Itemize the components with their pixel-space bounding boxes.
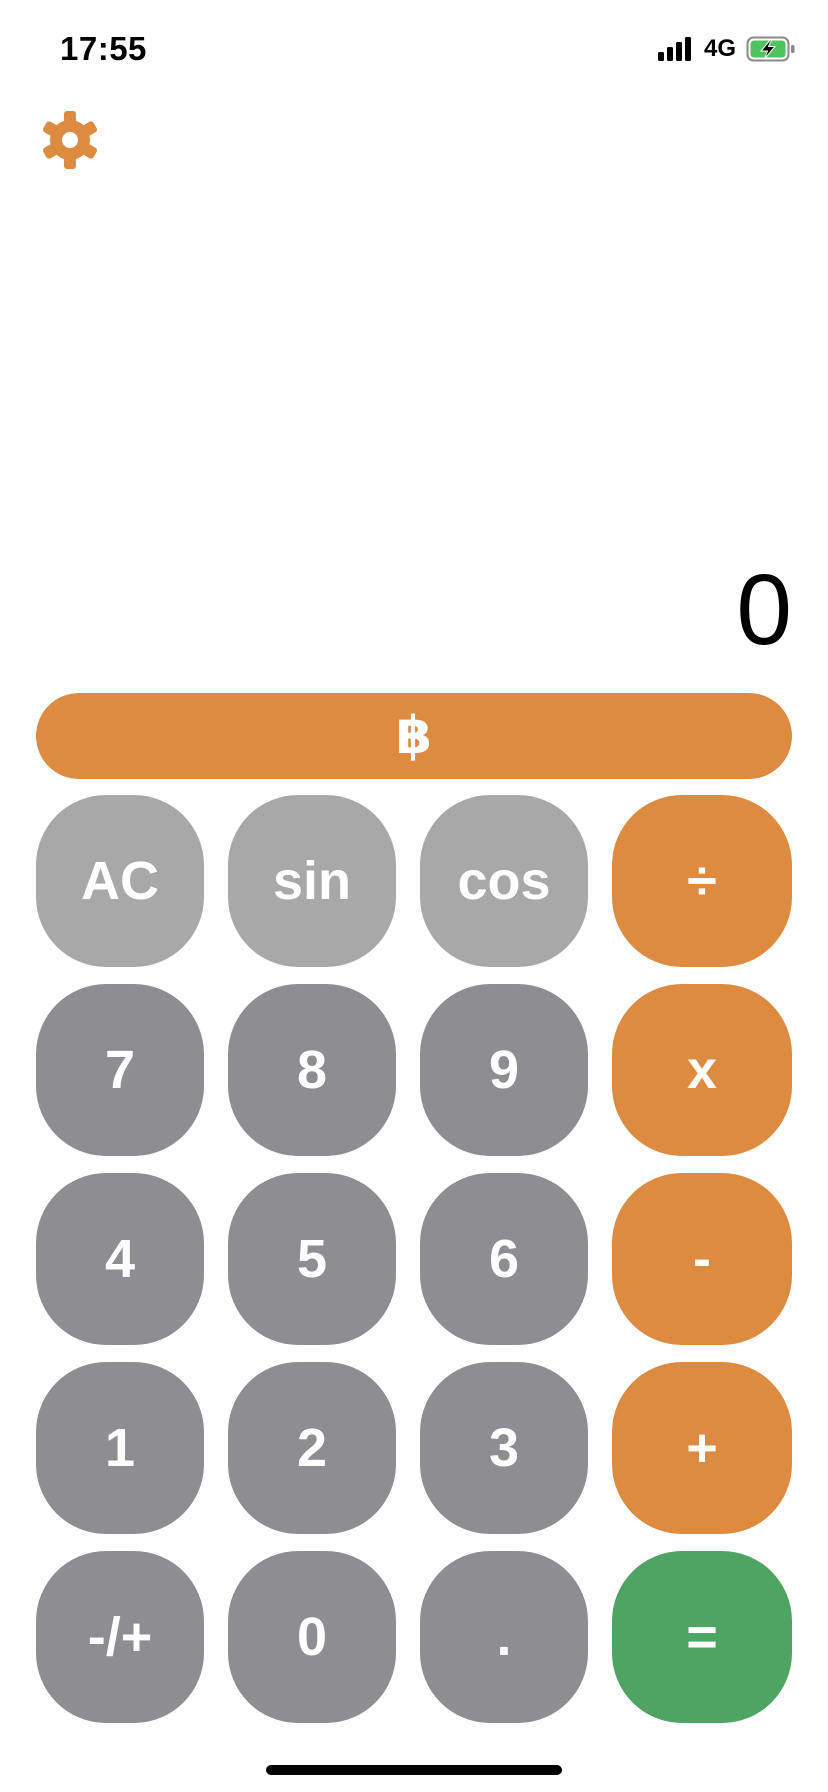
digit-6-button[interactable]: 6 bbox=[420, 1173, 588, 1345]
gear-icon bbox=[42, 111, 98, 169]
network-type-label: 4G bbox=[703, 35, 736, 62]
settings-button[interactable] bbox=[38, 108, 102, 172]
clear-button[interactable]: AC bbox=[36, 795, 204, 967]
status-bar: 17:55 4G bbox=[0, 0, 828, 100]
digit-4-button[interactable]: 4 bbox=[36, 1173, 204, 1345]
bitcoin-button[interactable]: ฿ bbox=[36, 693, 792, 779]
digit-1-button[interactable]: 1 bbox=[36, 1362, 204, 1534]
add-button[interactable]: + bbox=[612, 1362, 792, 1534]
digit-7-button[interactable]: 7 bbox=[36, 984, 204, 1156]
display-value: 0 bbox=[736, 554, 792, 666]
multiply-button[interactable]: x bbox=[612, 984, 792, 1156]
digit-8-button[interactable]: 8 bbox=[228, 984, 396, 1156]
signal-bars-icon bbox=[657, 37, 694, 61]
digit-3-button[interactable]: 3 bbox=[420, 1362, 588, 1534]
divide-button[interactable]: ÷ bbox=[612, 795, 792, 967]
status-time: 17:55 bbox=[60, 30, 147, 67]
digit-2-button[interactable]: 2 bbox=[228, 1362, 396, 1534]
battery-charging-icon bbox=[746, 36, 796, 62]
keypad: AC sin cos ÷ 7 8 9 x 4 5 6 - 1 2 3 + -/+… bbox=[36, 795, 792, 1723]
sin-button[interactable]: sin bbox=[228, 795, 396, 967]
home-indicator[interactable] bbox=[266, 1765, 562, 1775]
subtract-button[interactable]: - bbox=[612, 1173, 792, 1345]
decimal-button[interactable]: . bbox=[420, 1551, 588, 1723]
digit-9-button[interactable]: 9 bbox=[420, 984, 588, 1156]
equals-button[interactable]: = bbox=[612, 1551, 792, 1723]
status-indicators: 4G bbox=[657, 34, 796, 64]
negate-button[interactable]: -/+ bbox=[36, 1551, 204, 1723]
digit-5-button[interactable]: 5 bbox=[228, 1173, 396, 1345]
digit-0-button[interactable]: 0 bbox=[228, 1551, 396, 1723]
cos-button[interactable]: cos bbox=[420, 795, 588, 967]
